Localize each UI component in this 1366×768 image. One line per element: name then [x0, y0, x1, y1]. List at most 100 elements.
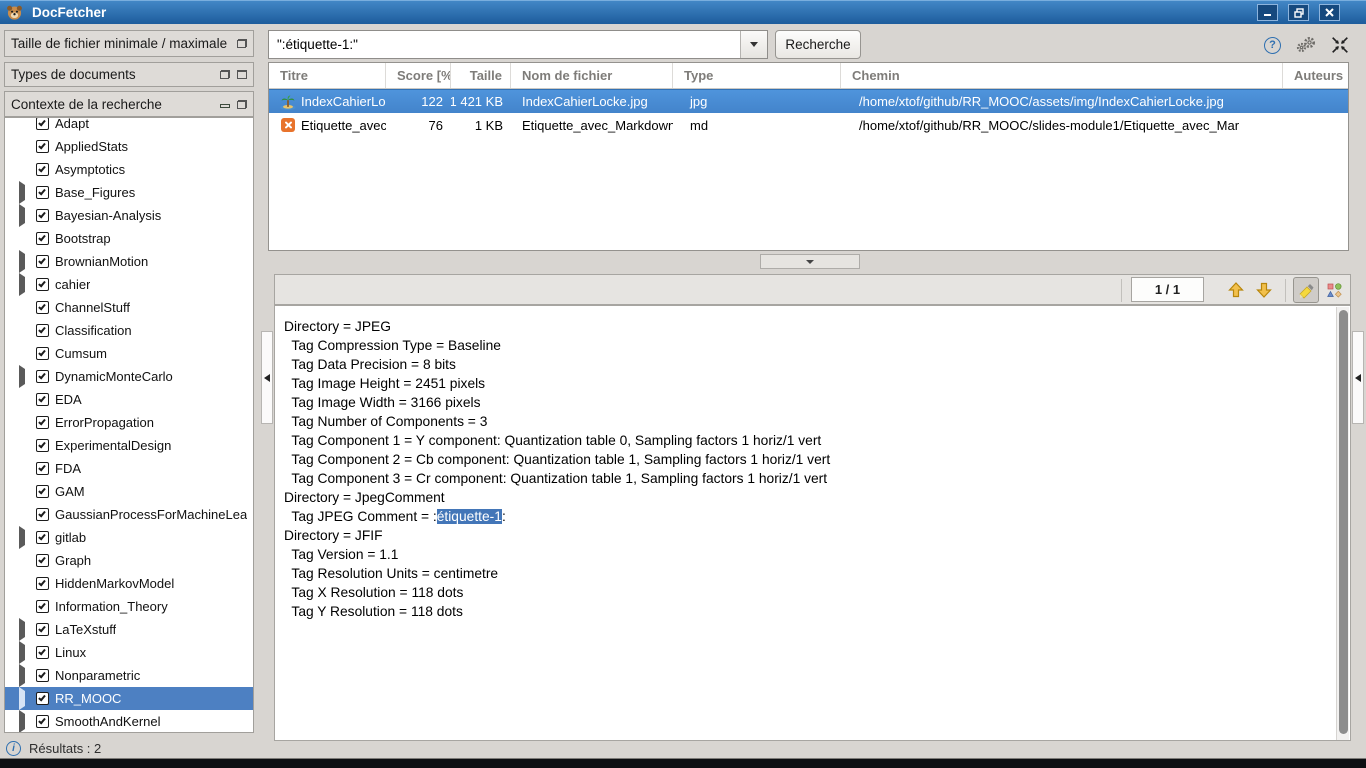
tree-item-LaTeXstuff[interactable]: LaTeXstuff	[5, 618, 253, 641]
expand-arrow-icon[interactable]	[19, 687, 25, 710]
tree-checkbox[interactable]	[36, 577, 49, 590]
tree-item-Asymptotics[interactable]: Asymptotics	[5, 158, 253, 181]
tree-checkbox[interactable]	[36, 646, 49, 659]
tree-item-ErrorPropagation[interactable]: ErrorPropagation	[5, 411, 253, 434]
tree-item-SmoothAndKernel[interactable]: SmoothAndKernel	[5, 710, 253, 733]
column-header-nom-de-fichier[interactable]: Nom de fichier	[511, 63, 673, 88]
tree-checkbox[interactable]	[36, 600, 49, 613]
search-history-dropdown[interactable]	[740, 31, 767, 58]
expand-arrow-icon[interactable]	[19, 641, 25, 664]
preview-settings-button[interactable]	[1321, 277, 1347, 303]
panel-restore-icon[interactable]	[220, 70, 230, 79]
restore-button[interactable]	[1288, 4, 1309, 21]
scrollbar-thumb[interactable]	[1339, 310, 1348, 734]
tree-item-gitlab[interactable]: gitlab	[5, 526, 253, 549]
expand-arrow-icon[interactable]	[19, 618, 25, 641]
tree-item-Nonparametric[interactable]: Nonparametric	[5, 664, 253, 687]
tree-checkbox[interactable]	[36, 715, 49, 728]
highlighting-toggle-button[interactable]	[1293, 277, 1319, 303]
tree-item-GaussianProcessForMachineLea[interactable]: GaussianProcessForMachineLea	[5, 503, 253, 526]
result-row[interactable]: Etiquette_avec_Ma761 KBEtiquette_avec_Ma…	[269, 113, 1348, 137]
tree-checkbox[interactable]	[36, 186, 49, 199]
collapse-right-sash[interactable]	[1352, 331, 1364, 424]
tree-checkbox[interactable]	[36, 301, 49, 314]
tree-checkbox[interactable]	[36, 324, 49, 337]
tree-checkbox[interactable]	[36, 209, 49, 222]
tree-item-DynamicMonteCarlo[interactable]: DynamicMonteCarlo	[5, 365, 253, 388]
expand-arrow-icon[interactable]	[19, 204, 25, 227]
expand-arrow-icon[interactable]	[19, 664, 25, 687]
column-header-score-[interactable]: Score [%]	[386, 63, 451, 88]
tree-item-Cumsum[interactable]: Cumsum	[5, 342, 253, 365]
tree-item-AppliedStats[interactable]: AppliedStats	[5, 135, 253, 158]
tree-item-RR_MOOC[interactable]: RR_MOOC	[5, 687, 253, 710]
tree-checkbox[interactable]	[36, 439, 49, 452]
tree-item-Adapt[interactable]: Adapt	[5, 117, 253, 135]
expand-arrow-icon[interactable]	[19, 273, 25, 296]
expand-arrow-icon[interactable]	[19, 181, 25, 204]
tree-item-GAM[interactable]: GAM	[5, 480, 253, 503]
help-icon[interactable]: ?	[1264, 37, 1281, 54]
preferences-gears-icon[interactable]	[1295, 36, 1317, 54]
tree-checkbox[interactable]	[36, 232, 49, 245]
result-row[interactable]: IndexCahierLocke1221 421 KBIndexCahierLo…	[269, 89, 1348, 113]
expand-arrow-icon[interactable]	[19, 250, 25, 273]
tree-checkbox[interactable]	[36, 393, 49, 406]
panel-file-size[interactable]: Taille de fichier minimale / maximale	[4, 30, 254, 57]
tree-checkbox[interactable]	[36, 416, 49, 429]
tree-checkbox[interactable]	[36, 278, 49, 291]
tree-item-BrownianMotion[interactable]: BrownianMotion	[5, 250, 253, 273]
tree-checkbox[interactable]	[36, 554, 49, 567]
column-header-chemin[interactable]: Chemin	[841, 63, 1283, 88]
panel-maximize-icon[interactable]	[237, 70, 247, 79]
column-header-auteurs[interactable]: Auteurs	[1283, 63, 1349, 88]
tree-checkbox[interactable]	[36, 117, 49, 130]
expand-arrow-icon[interactable]	[19, 710, 25, 733]
results-table-header[interactable]: TitreScore [%]TailleNom de fichierTypeCh…	[269, 63, 1348, 89]
tree-checkbox[interactable]	[36, 140, 49, 153]
column-header-type[interactable]: Type	[673, 63, 841, 88]
tree-checkbox[interactable]	[36, 485, 49, 498]
previous-occurrence-button[interactable]	[1223, 277, 1249, 303]
tree-checkbox[interactable]	[36, 462, 49, 475]
collapse-window-icon[interactable]	[1331, 36, 1349, 54]
tree-checkbox[interactable]	[36, 370, 49, 383]
tree-item-ChannelStuff[interactable]: ChannelStuff	[5, 296, 253, 319]
tree-item-cahier[interactable]: cahier	[5, 273, 253, 296]
tree-item-EDA[interactable]: EDA	[5, 388, 253, 411]
collapse-sidebar-sash[interactable]	[261, 331, 273, 424]
tree-checkbox[interactable]	[36, 669, 49, 682]
minimize-button[interactable]	[1257, 4, 1278, 21]
next-occurrence-button[interactable]	[1251, 277, 1277, 303]
tree-item-Base_Figures[interactable]: Base_Figures	[5, 181, 253, 204]
panel-restore-icon[interactable]	[237, 100, 247, 109]
expand-arrow-icon[interactable]	[19, 365, 25, 388]
tree-checkbox[interactable]	[36, 692, 49, 705]
preview-scrollbar[interactable]	[1336, 307, 1349, 741]
tree-checkbox[interactable]	[36, 255, 49, 268]
column-header-titre[interactable]: Titre	[269, 63, 386, 88]
collapse-results-sash-button[interactable]	[760, 254, 860, 269]
tree-item-Classification[interactable]: Classification	[5, 319, 253, 342]
tree-item-Bayesian-Analysis[interactable]: Bayesian-Analysis	[5, 204, 253, 227]
tree-item-FDA[interactable]: FDA	[5, 457, 253, 480]
tree-checkbox[interactable]	[36, 531, 49, 544]
tree-item-Bootstrap[interactable]: Bootstrap	[5, 227, 253, 250]
tree-checkbox[interactable]	[36, 508, 49, 521]
tree-item-Graph[interactable]: Graph	[5, 549, 253, 572]
tree-checkbox[interactable]	[36, 623, 49, 636]
tree-item-Linux[interactable]: Linux	[5, 641, 253, 664]
tree-item-HiddenMarkovModel[interactable]: HiddenMarkovModel	[5, 572, 253, 595]
tree-item-Information_Theory[interactable]: Information_Theory	[5, 595, 253, 618]
column-header-taille[interactable]: Taille	[451, 63, 511, 88]
panel-search-scope[interactable]: Contexte de la recherche	[4, 91, 254, 117]
tree-checkbox[interactable]	[36, 163, 49, 176]
expand-arrow-icon[interactable]	[19, 526, 25, 549]
tree-checkbox[interactable]	[36, 347, 49, 360]
panel-minimize-icon[interactable]	[220, 104, 230, 108]
search-button[interactable]: Recherche	[775, 30, 861, 59]
close-button[interactable]	[1319, 4, 1340, 21]
preview-pane[interactable]: Directory = JPEG Tag Compression Type = …	[274, 305, 1351, 741]
tree-item-ExperimentalDesign[interactable]: ExperimentalDesign	[5, 434, 253, 457]
panel-restore-icon[interactable]	[237, 39, 247, 48]
